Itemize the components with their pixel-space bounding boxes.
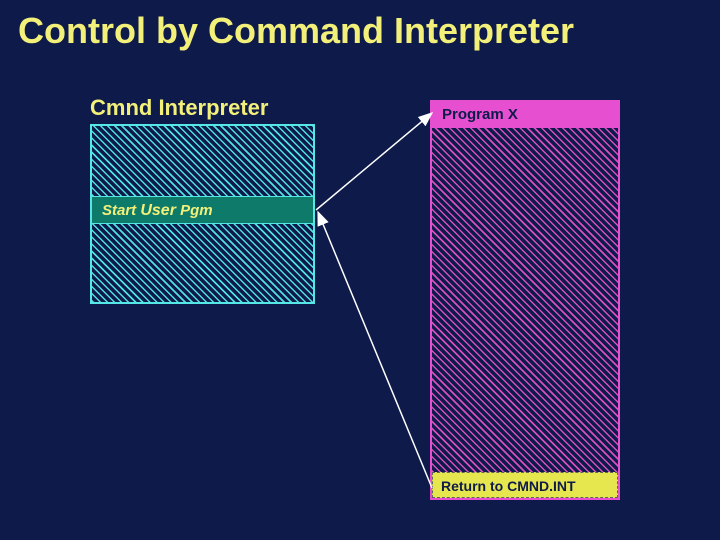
start-label: Start [102, 202, 140, 219]
cmnd-bottom-hatch [92, 224, 313, 302]
diagram-canvas: Cmnd Interpreter Start User Pgm Program … [0, 0, 720, 540]
program-x-header: Program X [432, 102, 618, 128]
arrow-return-to-cmnd [318, 212, 432, 488]
return-to-cmnd-bar: Return to CMND.INT [432, 472, 618, 498]
pgm-label: Pgm [176, 202, 213, 219]
cmnd-interpreter-label: Cmnd Interpreter [90, 95, 268, 121]
program-x-box: Program X Return to CMND.INT [430, 100, 620, 500]
arrow-start-to-program [316, 113, 432, 210]
cmnd-top-hatch [92, 126, 313, 196]
user-label: User [140, 202, 176, 219]
cmnd-interpreter-box: Start User Pgm [90, 124, 315, 304]
program-x-body-hatch [432, 128, 618, 472]
start-user-pgm-bar: Start User Pgm [92, 196, 313, 224]
